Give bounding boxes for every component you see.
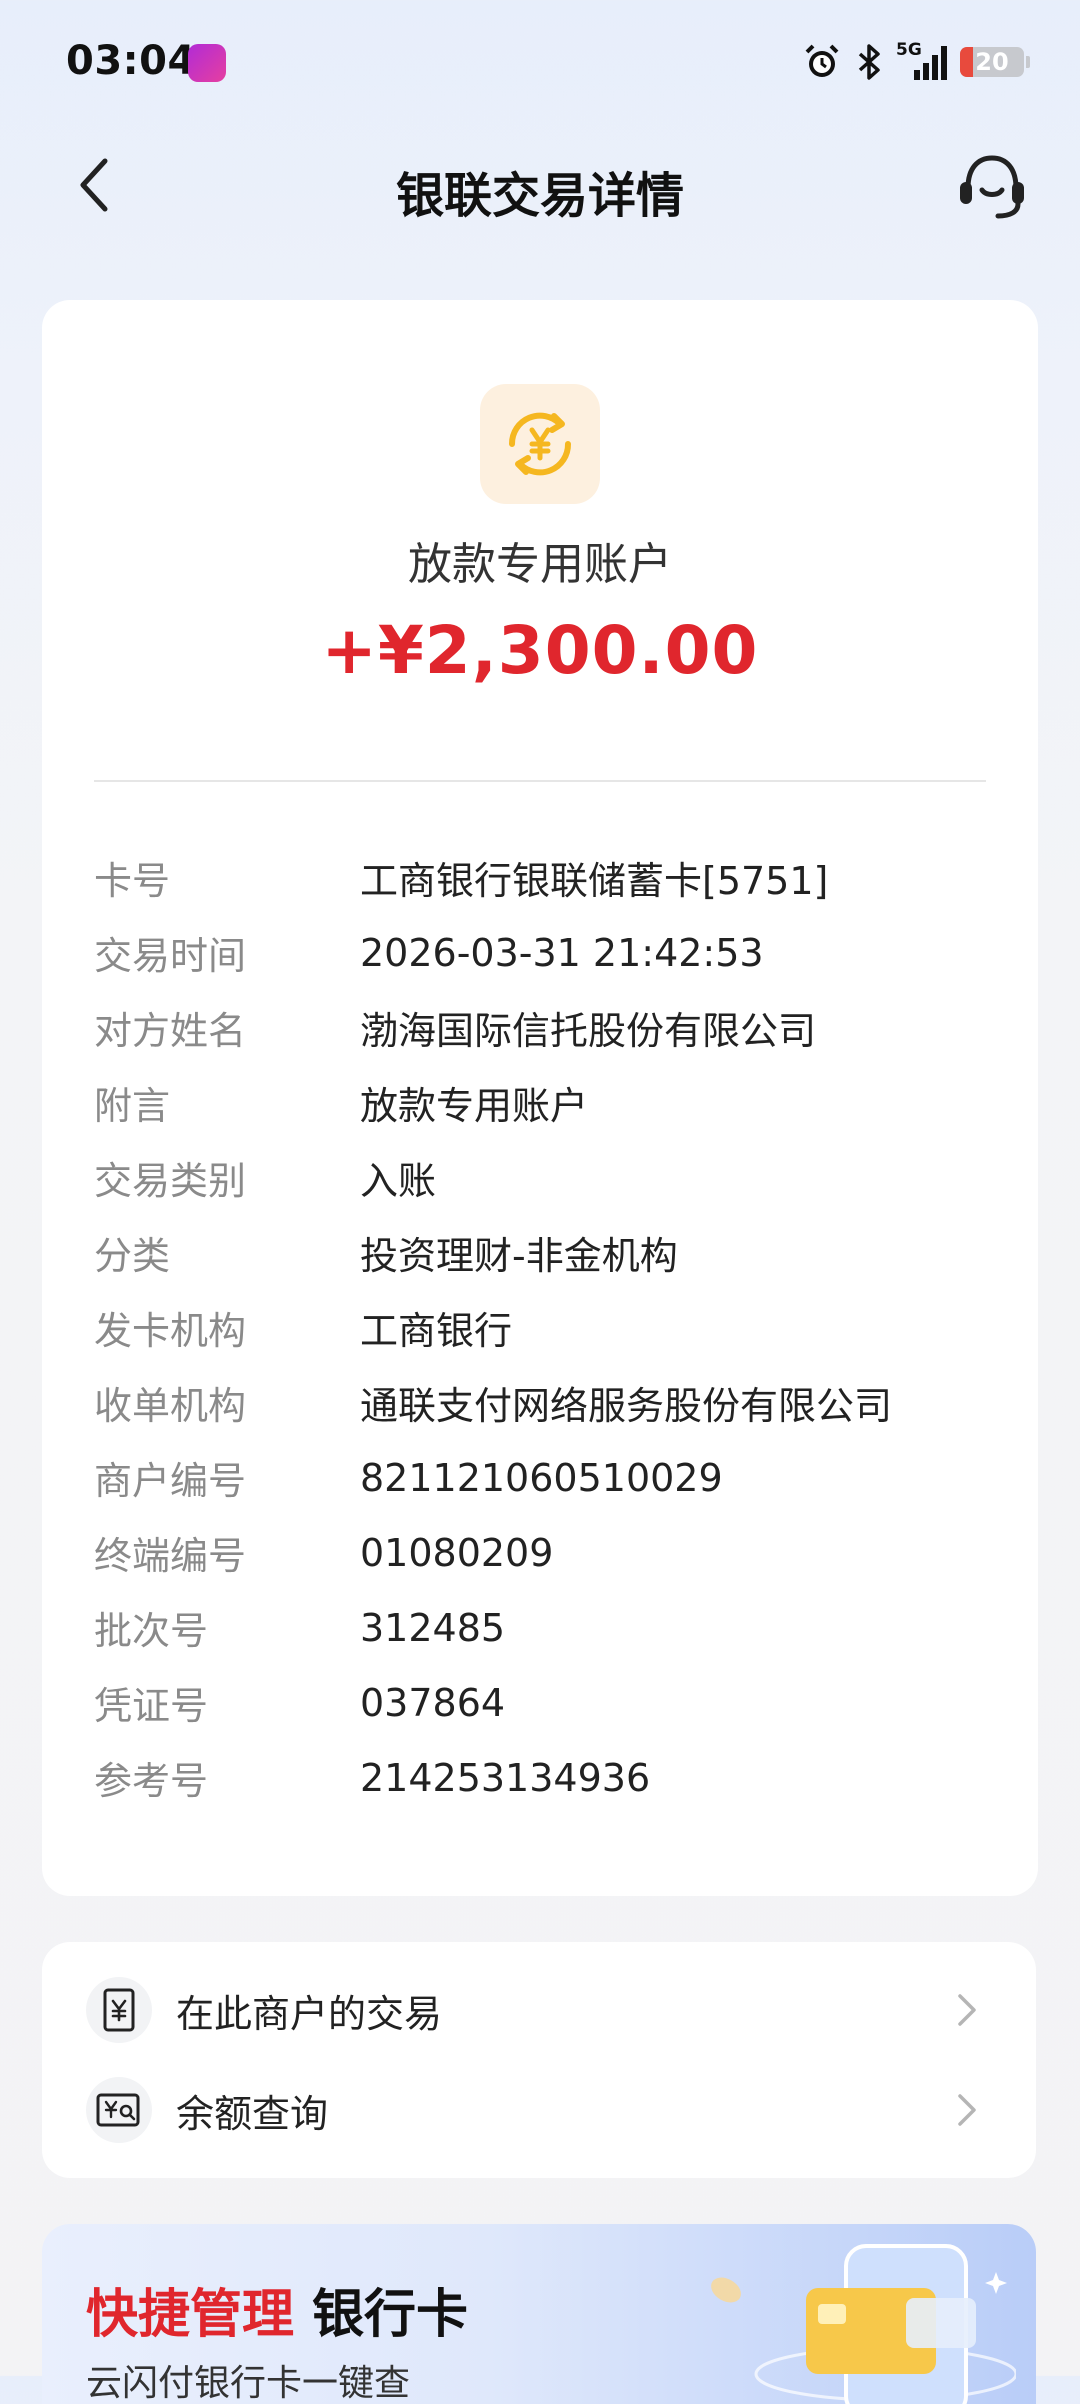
detail-value: 入账 xyxy=(360,1159,437,1203)
detail-list: 卡号 工商银行银联储蓄卡[5751] 交易时间 2026-03-31 21:42… xyxy=(94,840,994,1815)
account-name: 放款专用账户 xyxy=(408,539,672,590)
headset-icon xyxy=(960,155,1024,219)
page-title: 银联交易详情 xyxy=(395,168,684,224)
alarm-icon xyxy=(805,44,839,77)
promo-banner[interactable]: 快捷管理 银行卡 云闪付银行卡一键查 xyxy=(42,2224,1036,2404)
detail-value: 渤海国际信托股份有限公司 xyxy=(360,1009,817,1053)
detail-row-memo: 附言 放款专用账户 xyxy=(94,1065,994,1140)
detail-label: 收单机构 xyxy=(94,1384,247,1428)
battery-icon: 20 xyxy=(960,47,1024,77)
transaction-detail-card: 放款专用账户 +¥2,300.00 卡号 工商银行银联储蓄卡[5751] 交易时… xyxy=(42,300,1038,1896)
detail-value: 工商银行 xyxy=(360,1309,513,1353)
detail-row-issuer: 发卡机构 工商银行 xyxy=(94,1290,994,1365)
status-bar: 03:04 5G 20 xyxy=(0,0,1080,128)
detail-value: 2026-03-31 21:42:53 xyxy=(360,930,764,975)
detail-value: 821121060510029 xyxy=(360,1455,723,1500)
status-icons: 5G 20 xyxy=(802,36,1030,88)
detail-row-acquirer: 收单机构 通联支付网络服务股份有限公司 xyxy=(94,1365,994,1440)
promo-title-main: 银行卡 xyxy=(312,2285,469,2345)
promo-subtitle: 云闪付银行卡一键查 xyxy=(86,2363,411,2404)
battery-tip xyxy=(1026,56,1030,68)
detail-label: 凭证号 xyxy=(94,1684,209,1728)
app-notification-icon xyxy=(188,44,226,82)
detail-value: 投资理财-非金机构 xyxy=(360,1234,678,1278)
status-time: 03:04 xyxy=(66,38,196,84)
detail-label: 终端编号 xyxy=(94,1534,247,1578)
detail-value: 01080209 xyxy=(360,1530,554,1575)
detail-row-merchant-id: 商户编号 821121060510029 xyxy=(94,1440,994,1515)
signal-icon xyxy=(914,46,947,80)
detail-row-terminal-id: 终端编号 01080209 xyxy=(94,1515,994,1590)
detail-label: 分类 xyxy=(94,1234,171,1278)
action-label: 在此商户的交易 xyxy=(176,1991,443,2036)
detail-value: 312485 xyxy=(360,1605,506,1650)
detail-label: 附言 xyxy=(94,1084,171,1128)
detail-value: 放款专用账户 xyxy=(360,1084,589,1128)
detail-label: 交易时间 xyxy=(94,934,247,978)
chevron-right-icon xyxy=(952,1994,982,2026)
detail-row-voucher-number: 凭证号 037864 xyxy=(94,1665,994,1740)
detail-row-counterparty: 对方姓名 渤海国际信托股份有限公司 xyxy=(94,990,994,1065)
detail-label: 批次号 xyxy=(94,1609,209,1653)
customer-service-button[interactable] xyxy=(952,146,1032,226)
signal-indicator: 5G xyxy=(896,40,948,82)
detail-value: 工商银行银联储蓄卡[5751] xyxy=(360,859,829,903)
detail-row-batch-number: 批次号 312485 xyxy=(94,1590,994,1665)
detail-label: 发卡机构 xyxy=(94,1309,247,1353)
phone-card-illustration-icon xyxy=(711,2244,1016,2404)
detail-label: 商户编号 xyxy=(94,1459,247,1503)
detail-row-transaction-time: 交易时间 2026-03-31 21:42:53 xyxy=(94,915,994,990)
receipt-icon xyxy=(86,1977,152,2043)
detail-value: 通联支付网络服务股份有限公司 xyxy=(360,1384,893,1428)
battery-level: 20 xyxy=(975,48,1009,76)
balance-inquiry-link[interactable]: 余额查询 xyxy=(42,2060,1036,2160)
detail-label: 对方姓名 xyxy=(94,1009,247,1053)
merchant-transactions-link[interactable]: 在此商户的交易 xyxy=(42,1960,1036,2060)
action-label: 余额查询 xyxy=(176,2091,329,2136)
chevron-right-icon xyxy=(952,2094,982,2126)
detail-row-card-number: 卡号 工商银行银联储蓄卡[5751] xyxy=(94,840,994,915)
detail-label: 交易类别 xyxy=(94,1159,247,1203)
detail-label: 卡号 xyxy=(94,859,171,903)
detail-value: 037864 xyxy=(360,1680,506,1725)
divider xyxy=(94,780,986,782)
promo-title-highlight: 快捷管理 xyxy=(86,2285,295,2345)
bluetooth-icon xyxy=(858,44,880,80)
nav-bar: 银联交易详情 xyxy=(0,128,1080,248)
currency-exchange-icon xyxy=(480,384,600,504)
detail-row-transaction-type: 交易类别 入账 xyxy=(94,1140,994,1215)
transaction-amount: +¥2,300.00 xyxy=(321,612,759,689)
detail-row-reference-number: 参考号 214253134936 xyxy=(94,1740,994,1815)
actions-card: 在此商户的交易 余额查询 xyxy=(42,1942,1036,2178)
detail-row-category: 分类 投资理财-非金机构 xyxy=(94,1215,994,1290)
promo-title: 快捷管理 银行卡 xyxy=(86,2272,468,2347)
detail-value: 214253134936 xyxy=(360,1755,651,1800)
detail-label: 参考号 xyxy=(94,1759,209,1803)
balance-search-icon xyxy=(86,2077,152,2143)
